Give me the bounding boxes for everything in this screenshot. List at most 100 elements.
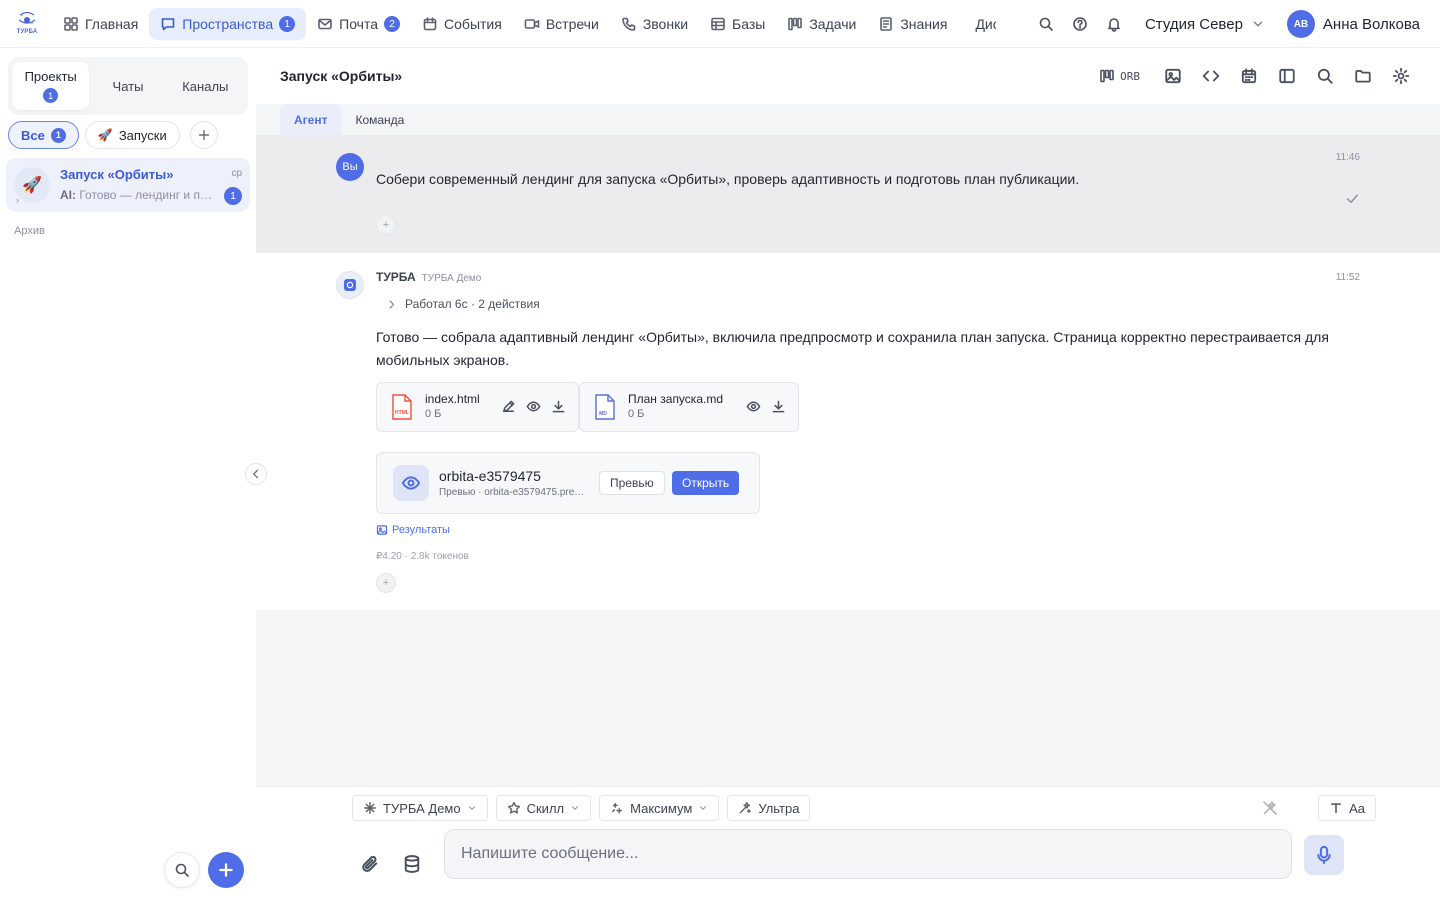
nav-disk[interactable]: Диск (958, 8, 996, 40)
wand-off-icon (1263, 801, 1277, 815)
results-label: Результаты (392, 524, 450, 536)
nav-knowledge[interactable]: Знания (867, 8, 958, 40)
add-reaction-button[interactable]: + (376, 215, 396, 235)
nav-events-label: События (444, 16, 502, 32)
microphone-icon (1317, 845, 1331, 865)
tab-agent[interactable]: Агент (280, 104, 342, 135)
file-size: 0 Б (628, 408, 645, 420)
agent-name-label: ТУРБА (376, 270, 416, 284)
app-logo[interactable]: ТУРБА (14, 12, 40, 38)
image-button[interactable] (1154, 61, 1192, 91)
enhance-prompt-button[interactable] (1262, 800, 1278, 816)
agent-logo-icon (344, 279, 356, 291)
open-button[interactable]: Открыть (672, 471, 740, 495)
database-icon (404, 855, 420, 873)
file-actions (491, 399, 566, 414)
panel-button[interactable] (1268, 61, 1306, 91)
nav-meetings[interactable]: Встречи (513, 8, 610, 40)
avatar: АВ (1286, 10, 1315, 38)
nav-home[interactable]: Главная (52, 8, 149, 40)
edit-file-button[interactable] (501, 399, 516, 414)
skill-label: Скилл (526, 800, 565, 816)
filter-all[interactable]: Все 1 (8, 121, 79, 149)
search-icon (175, 863, 189, 877)
nav-events[interactable]: События (411, 8, 513, 40)
preview-name: orbita-e3579475 (439, 468, 541, 484)
nav-knowledge-label: Знания (900, 16, 948, 32)
agent-steps-label: Работал 6с · 2 действия (405, 297, 540, 311)
new-conversation-button[interactable] (208, 852, 244, 888)
conversation-preview: AI: Готово — лендинг и план запуска (60, 188, 216, 202)
model-label: ТУРБА Демо (383, 800, 461, 816)
database-button[interactable] (402, 854, 422, 874)
conversation-title: Запуск «Орбиты» (60, 167, 174, 182)
tab-channels[interactable]: Каналы (167, 62, 244, 110)
model-selector[interactable]: ТУРБА Демо (352, 795, 488, 821)
collapse-sidebar-button[interactable] (245, 463, 267, 485)
nav-mail[interactable]: Почта 2 (306, 8, 411, 40)
agent-name: ТУРБА ТУРБА Демо (376, 270, 481, 284)
code-button[interactable] (1192, 61, 1230, 91)
file-attachment[interactable]: HTML index.html 0 Б (376, 382, 579, 432)
chevron-right-icon[interactable]: › (16, 195, 19, 205)
nav-spaces[interactable]: Пространства 1 (149, 8, 307, 40)
preview-button[interactable]: Превью (599, 471, 665, 495)
files-button[interactable] (1344, 61, 1382, 91)
message-input[interactable] (444, 829, 1292, 879)
plus-icon (198, 129, 209, 141)
sidebar-search-button[interactable] (164, 852, 200, 888)
skill-selector[interactable]: Скилл (495, 795, 592, 821)
search-icon (1317, 68, 1333, 84)
orb-button[interactable]: ORB (1099, 68, 1140, 84)
formatting-button[interactable]: Aa (1318, 795, 1376, 821)
check-icon (1345, 191, 1360, 206)
results-link[interactable]: Результаты (376, 524, 450, 536)
workspace-switcher[interactable]: Студия Север (1145, 16, 1265, 33)
chat-bubble-icon (161, 18, 175, 31)
nav-tasks-label: Задачи (809, 16, 857, 32)
attach-button[interactable] (360, 854, 380, 874)
effort-selector[interactable]: Максимум (599, 795, 720, 821)
logo-text: ТУРБА (16, 29, 38, 35)
user-menu[interactable]: АВ Анна Волкова (1286, 10, 1420, 38)
kanban-icon (788, 17, 803, 31)
calendar-button[interactable] (1230, 61, 1268, 91)
nav-calls[interactable]: Звонки (610, 8, 699, 40)
file-attachment[interactable]: MD План запуска.md 0 Б (579, 382, 799, 432)
tab-chats[interactable]: Чаты (89, 62, 166, 110)
download-file-button[interactable] (551, 399, 566, 414)
logo-icon (18, 12, 36, 24)
notifications-button[interactable] (1097, 8, 1131, 40)
plus-icon (219, 863, 233, 877)
add-filter-button[interactable] (189, 121, 218, 149)
settings-button[interactable] (1382, 61, 1420, 91)
rocket-icon: 🚀 (14, 167, 50, 203)
nav-spaces-badge: 1 (279, 16, 296, 32)
agent-avatar (336, 271, 364, 299)
voice-input-button[interactable] (1304, 835, 1344, 875)
tab-team[interactable]: Команда (341, 104, 418, 135)
rocket-icon: 🚀 (97, 128, 113, 142)
cost-info: ₽4.20 · 2.8k токенов (376, 551, 469, 562)
chat-search-button[interactable] (1306, 61, 1344, 91)
chat-subtabs: Агент Команда (256, 104, 1440, 135)
composer: ТУРБА Демо Скилл Максимум Ультра Aa Напи… (256, 786, 1440, 900)
conversation-item[interactable]: 🚀 › Запуск «Орбиты» ср AI: Готово — ленд… (6, 158, 250, 212)
archive-section[interactable]: Архив (14, 225, 45, 237)
filter-launches[interactable]: 🚀 Запуски (84, 121, 180, 149)
help-button[interactable] (1063, 8, 1097, 40)
agent-steps-toggle[interactable]: Работал 6с · 2 действия (386, 297, 540, 311)
tab-projects[interactable]: Проекты 1 (12, 62, 90, 110)
download-file-button[interactable] (771, 399, 786, 414)
ultra-toggle[interactable]: Ультра (727, 795, 811, 821)
global-search-button[interactable] (1029, 8, 1063, 40)
preview-file-button[interactable] (526, 399, 541, 414)
nav-tasks[interactable]: Задачи (776, 8, 867, 40)
add-reaction-button[interactable]: + (376, 573, 396, 593)
user-message: Вы Собери современный лендинг для запуск… (256, 135, 1440, 253)
filter-all-badge: 1 (50, 127, 66, 143)
paperclip-icon (362, 855, 378, 872)
nav-bases[interactable]: Базы (699, 8, 776, 40)
file-size: 0 Б (425, 408, 442, 420)
preview-file-button[interactable] (746, 399, 761, 414)
